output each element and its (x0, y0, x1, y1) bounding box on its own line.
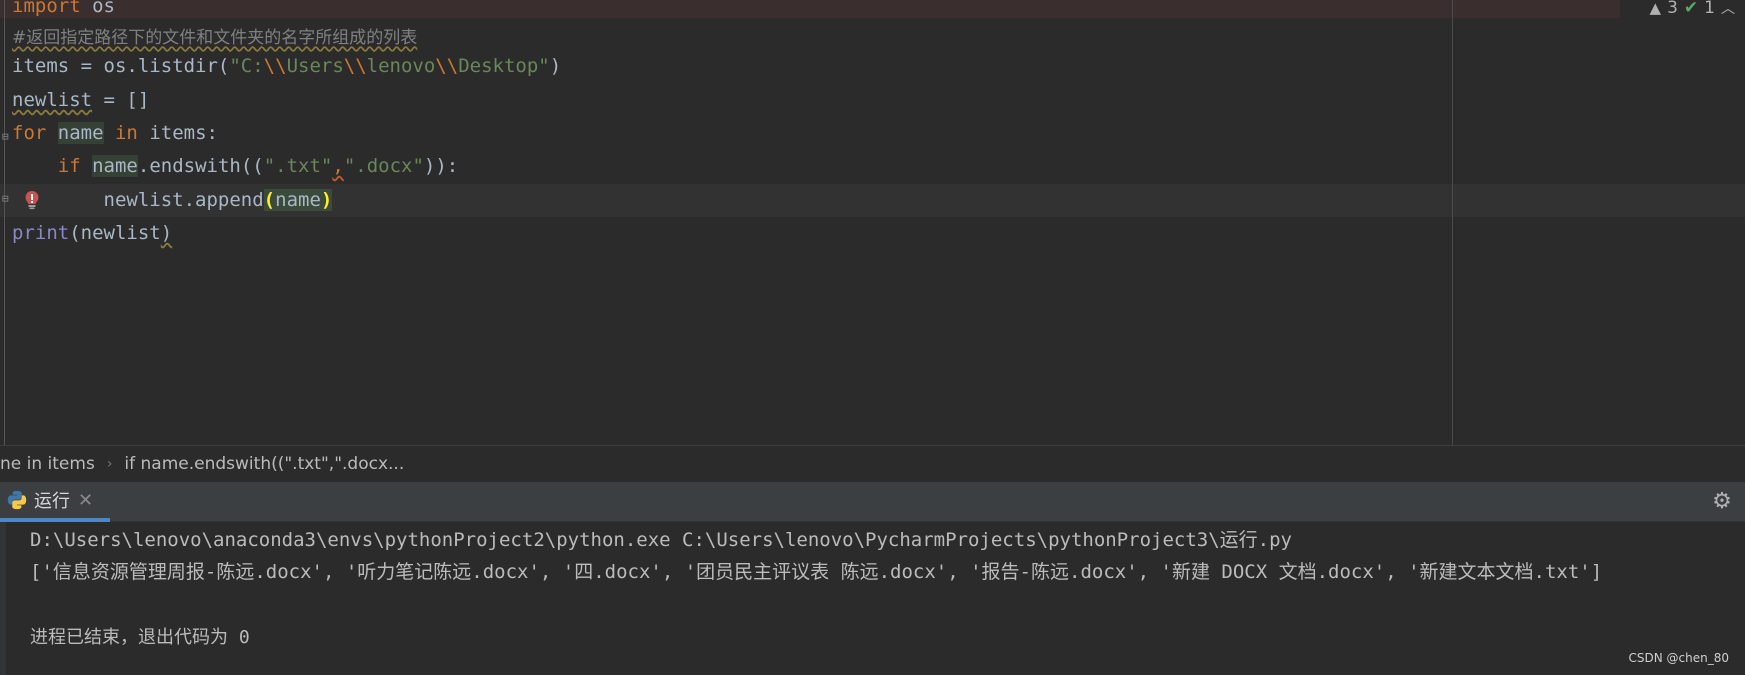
variable-name: name (92, 155, 138, 177)
gear-icon[interactable]: ⚙ (1711, 491, 1733, 513)
variable-newlist: newlist (12, 89, 93, 111)
code-line-8[interactable]: print(newlist) (12, 217, 172, 250)
string-token: Users (286, 55, 344, 77)
import-line-highlight (0, 0, 1620, 18)
warning-icon: ▲ (1649, 0, 1662, 17)
chevron-right-icon: › (106, 456, 113, 472)
matched-brace: ) (320, 189, 333, 211)
string-token: lenovo (366, 55, 436, 77)
error-bulb-icon[interactable] (24, 190, 40, 210)
string-token: Desktop" (458, 55, 550, 77)
keyword-import: import (12, 0, 81, 17)
string-token: ".docx" (343, 155, 424, 177)
builtin-print: print (12, 222, 70, 244)
fold-marker-icon[interactable]: ⊟ (2, 192, 9, 205)
code-token: ( (69, 222, 81, 244)
module-name: os (80, 0, 115, 17)
tab-run[interactable]: 运行 ✕ (0, 482, 110, 522)
breadcrumb: ne in items › if name.endswith((".txt","… (0, 445, 1745, 482)
watermark: CSDN @chen_80 (1628, 651, 1730, 665)
chevron-up-icon[interactable]: ︿ (1721, 0, 1735, 18)
code-line-4[interactable]: newlist = [] (12, 84, 149, 117)
keyword-if: if (57, 155, 81, 177)
close-icon[interactable]: ✕ (78, 490, 93, 511)
fold-marker-icon[interactable]: ⊟ (2, 130, 9, 143)
keyword-for: for (12, 122, 47, 144)
code-token: newlist (80, 222, 161, 244)
code-token: items: (137, 122, 218, 144)
code-token: items = os.listdir( (12, 55, 230, 77)
keyword-in: in (103, 122, 138, 144)
code-token: newlist.append (103, 189, 264, 211)
tab-run-label: 运行 (34, 491, 70, 512)
code-token: ) (160, 222, 173, 244)
code-token: ) (549, 55, 562, 77)
escape-token: \\ (263, 55, 287, 77)
breadcrumb-item-if[interactable]: if name.endswith((".txt",".docx... (124, 454, 404, 474)
console-output-line: ['信息资源管理周报-陈远.docx', '听力笔记陈远.docx', '四.d… (30, 561, 1603, 583)
warning-count: 3 (1667, 0, 1678, 18)
comment-text: #返回指定路径下的文件和文件夹的名字所组成的列表 (12, 28, 418, 48)
comma-token: , (332, 155, 344, 177)
inspection-widget[interactable]: ▲ 3 ✔ 1 ︿ (1650, 0, 1735, 18)
breadcrumb-item-for[interactable]: ne in items (0, 454, 95, 474)
matched-brace: ( (263, 189, 276, 211)
run-console[interactable]: D:\Users\lenovo\anaconda3\envs\pythonPro… (0, 522, 1745, 675)
check-icon: ✔ (1683, 0, 1699, 18)
string-token: "C: (229, 55, 264, 77)
gutter-divider (4, 0, 5, 445)
python-icon (7, 490, 27, 510)
right-margin-guide (1452, 0, 1453, 445)
variable-name: name (57, 122, 104, 144)
escape-token: \\ (435, 55, 459, 77)
code-line-3[interactable]: items = os.listdir("C:\\Users\\lenovo\\D… (12, 50, 561, 83)
code-line-1[interactable]: import os (12, 0, 115, 23)
code-token: .endswith(( (137, 155, 264, 177)
code-line-7[interactable]: newlist.append(name) (12, 184, 333, 217)
run-toolwindow-header: 运行 ✕ ⚙ (0, 482, 1745, 522)
code-line-5[interactable]: for name in items: (12, 117, 218, 150)
code-token: = [] (92, 89, 150, 111)
console-gutter (0, 522, 6, 675)
console-exit-line: 进程已结束，退出代码为 0 (30, 627, 250, 648)
code-line-6[interactable]: if name.endswith((".txt",".docx")): (12, 150, 458, 183)
ok-count: 1 (1704, 0, 1715, 18)
variable-name: name (275, 189, 321, 211)
escape-token: \\ (343, 55, 367, 77)
console-command-line: D:\Users\lenovo\anaconda3\envs\pythonPro… (30, 529, 1292, 551)
code-token: )): (423, 155, 459, 177)
code-editor[interactable]: import os #返回指定路径下的文件和文件夹的名字所组成的列表 items… (0, 0, 1745, 445)
string-token: ".txt" (263, 155, 333, 177)
